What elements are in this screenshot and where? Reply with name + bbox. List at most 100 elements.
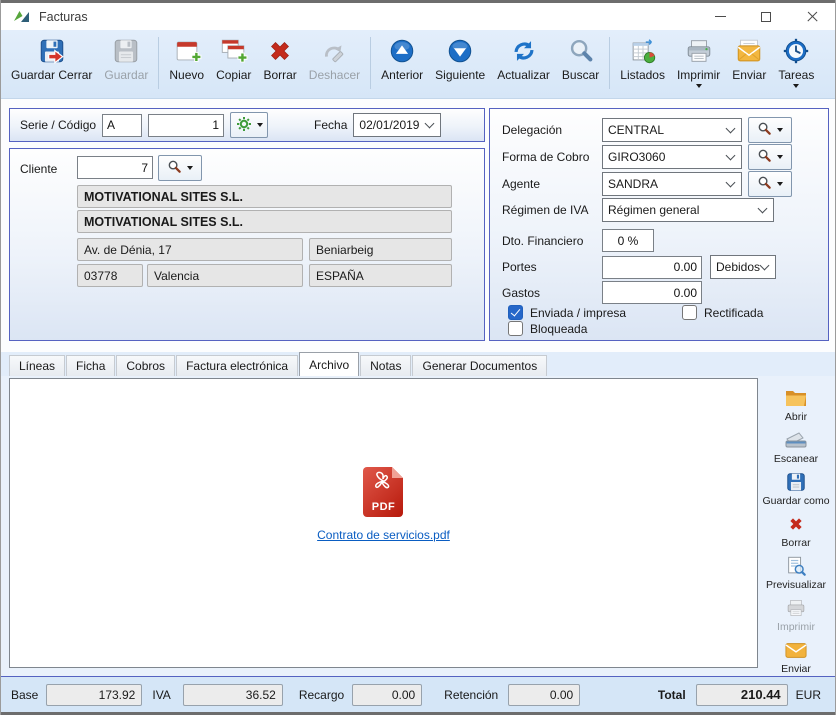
tab-generar-documentos[interactable]: Generar Documentos	[412, 355, 547, 376]
dropdown-caret-icon	[777, 128, 783, 132]
toolbar-separator	[370, 37, 371, 89]
toolbar-enviar-button[interactable]: Enviar	[726, 34, 772, 92]
bloqueada-checkbox[interactable]: Bloqueada	[508, 321, 587, 336]
invoice-header-area: Serie / Código Fecha 02/01/2019 Cliente …	[1, 99, 835, 352]
toolbar-nuevo-button[interactable]: Nuevo	[163, 34, 210, 92]
toolbar-actualizar-button[interactable]: Actualizar	[491, 34, 556, 92]
toolbar-borrar-button[interactable]: Borrar	[257, 34, 302, 92]
toolbar-buscar-button[interactable]: Buscar	[556, 34, 605, 92]
delegacion-lookup-button[interactable]	[748, 117, 792, 143]
regimen-iva-combo[interactable]: Régimen general	[602, 198, 774, 222]
portes-tipo-combo[interactable]: Debidos	[710, 255, 776, 279]
tab-factura-electronica[interactable]: Factura electrónica	[176, 355, 298, 376]
sidebar-label: Enviar	[781, 663, 811, 675]
delegacion-combo[interactable]: CENTRAL	[602, 118, 742, 142]
toolbar-tareas-button[interactable]: Tareas	[772, 34, 820, 92]
serie-codigo-panel: Serie / Código Fecha 02/01/2019	[9, 108, 485, 142]
forma-cobro-value: GIRO3060	[608, 150, 665, 164]
dropdown-caret-icon	[696, 84, 702, 88]
sidebar-guardar-como-button[interactable]: Guardar como	[759, 469, 833, 508]
detail-tabstrip: Líneas Ficha Cobros Factura electrónica …	[1, 352, 835, 376]
toolbar-listados-button[interactable]: Listados	[614, 34, 671, 92]
send-mail-icon	[785, 638, 807, 662]
sidebar-borrar-button[interactable]: Borrar	[759, 511, 833, 550]
cliente-poblacion: Beniarbeig	[309, 238, 452, 261]
serie-input[interactable]	[102, 114, 142, 137]
maximize-button[interactable]	[743, 3, 789, 30]
sidebar-label: Abrir	[785, 411, 807, 423]
cliente-lookup-button[interactable]	[158, 155, 202, 181]
toolbar-separator	[609, 37, 610, 89]
toolbar-label: Nuevo	[169, 68, 204, 82]
total-label: Total	[658, 688, 686, 702]
pdf-file-icon[interactable]: PDF	[363, 467, 403, 517]
agente-value: SANDRA	[608, 177, 658, 191]
checkbox-unchecked-icon	[682, 305, 697, 320]
tab-cobros[interactable]: Cobros	[116, 355, 175, 376]
toolbar-label: Siguiente	[435, 68, 485, 82]
close-button[interactable]	[789, 3, 835, 30]
toolbar-anterior-button[interactable]: Anterior	[375, 34, 429, 92]
toolbar-siguiente-button[interactable]: Siguiente	[429, 34, 491, 92]
dto-financiero-input[interactable]	[602, 229, 654, 252]
main-toolbar: Guardar Cerrar Guardar Nuevo Copiar Borr…	[1, 30, 835, 99]
retencion-value: 0.00	[508, 684, 580, 706]
checkbox-checked-icon	[508, 305, 523, 320]
cliente-codigo-input[interactable]	[77, 156, 153, 179]
codigo-input[interactable]	[148, 114, 224, 137]
portes-input[interactable]	[602, 256, 702, 279]
agente-combo[interactable]: SANDRA	[602, 172, 742, 196]
agente-lookup-button[interactable]	[748, 171, 792, 197]
cliente-direccion: Av. de Dénia, 17	[77, 238, 303, 261]
dto-financiero-label: Dto. Financiero	[502, 234, 602, 248]
title-bar: Facturas	[1, 3, 835, 30]
save-close-icon	[36, 35, 68, 67]
toolbar-guardar-cerrar-button[interactable]: Guardar Cerrar	[5, 34, 98, 92]
print-icon	[785, 596, 807, 620]
forma-cobro-lookup-button[interactable]	[748, 144, 792, 170]
toolbar-copiar-button[interactable]: Copiar	[210, 34, 257, 92]
bloqueada-label: Bloqueada	[530, 322, 587, 336]
invoice-detail-panel: Delegación CENTRAL Forma de Cobro GIRO30…	[489, 108, 829, 341]
reports-icon	[627, 35, 659, 67]
gastos-label: Gastos	[502, 286, 602, 300]
delete-icon	[786, 512, 806, 536]
close-icon	[806, 10, 819, 23]
sidebar-escanear-button[interactable]: Escanear	[759, 427, 833, 466]
agente-label: Agente	[502, 177, 602, 191]
app-logo-icon	[13, 8, 30, 26]
gastos-input[interactable]	[602, 281, 702, 304]
toolbar-imprimir-button[interactable]: Imprimir	[671, 34, 726, 92]
cliente-nombre-comercial: MOTIVATIONAL SITES S.L.	[77, 210, 452, 233]
chevron-down-icon	[726, 124, 736, 134]
dropdown-caret-icon	[777, 155, 783, 159]
cliente-provincia: Valencia	[147, 264, 303, 287]
forma-cobro-combo[interactable]: GIRO3060	[602, 145, 742, 169]
toolbar-label: Anterior	[381, 68, 423, 82]
enviada-impresa-checkbox[interactable]: Enviada / impresa	[508, 305, 626, 320]
tab-lineas[interactable]: Líneas	[9, 355, 65, 376]
minimize-button[interactable]	[697, 3, 743, 30]
sidebar-previsualizar-button[interactable]: Previsualizar	[759, 553, 833, 592]
next-icon	[444, 35, 476, 67]
tab-notas[interactable]: Notas	[360, 355, 411, 376]
toolbar-guardar-button: Guardar	[98, 34, 154, 92]
fecha-label: Fecha	[314, 118, 347, 132]
fecha-datepicker[interactable]: 02/01/2019	[353, 113, 441, 137]
codigo-options-button[interactable]	[230, 112, 268, 138]
rectificada-checkbox[interactable]: Rectificada	[682, 305, 763, 320]
magnifier-icon	[167, 159, 182, 177]
sidebar-abrir-button[interactable]: Abrir	[759, 385, 833, 424]
cliente-pais: ESPAÑA	[309, 264, 452, 287]
sidebar-enviar-button[interactable]: Enviar	[759, 637, 833, 676]
preview-icon	[785, 554, 807, 578]
forma-cobro-label: Forma de Cobro	[502, 150, 602, 164]
file-item[interactable]: PDF Contrato de servicios.pdf	[317, 467, 450, 542]
scanner-icon	[784, 428, 808, 452]
toolbar-separator	[158, 37, 159, 89]
file-link[interactable]: Contrato de servicios.pdf	[317, 528, 450, 542]
tab-archivo[interactable]: Archivo	[299, 352, 359, 376]
tab-ficha[interactable]: Ficha	[66, 355, 115, 376]
sidebar-label: Guardar como	[762, 495, 829, 507]
toolbar-label: Guardar Cerrar	[11, 68, 92, 82]
